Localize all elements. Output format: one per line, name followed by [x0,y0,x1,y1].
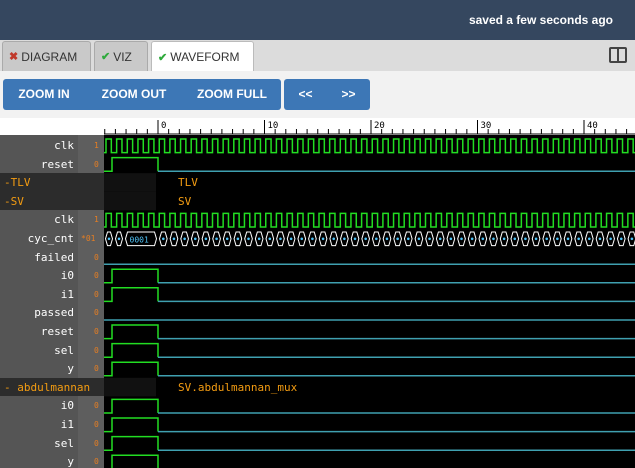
bus-value-dot [353,237,357,241]
tab-label: WAVEFORM [170,50,240,64]
timeline-tick-label: 0 [161,121,166,131]
zoom-in-button[interactable]: ZOOM IN [3,79,85,110]
pulse-waveform [104,342,159,358]
navigate-button-group: << >> [284,79,370,110]
bus-value-dot [619,237,623,241]
tab-diagram[interactable]: ✖ DIAGRAM [2,41,91,71]
bus-value-dot [566,237,570,241]
clock-waveform [104,138,635,154]
maximize-pane-icon[interactable] [609,47,627,63]
bus-value-dot [406,237,410,241]
bus-value-dot [438,237,442,241]
pulse-waveform [104,156,159,172]
timeline-tick-label: 20 [374,121,385,131]
bus-value-dot [343,237,346,241]
scope-label: TLV [178,176,198,189]
bus-value-dot [236,237,240,241]
tab-waveform[interactable]: ✔ WAVEFORM [151,41,254,72]
scope-label: SV.abdulmannan_mux [178,381,298,394]
bus-value-dot [300,237,304,241]
bus-value-dot [502,237,506,241]
bus-value-dot [117,237,121,241]
clock-waveform [104,212,635,228]
bus-value-dot [417,237,421,241]
bus-value-dot [279,237,282,241]
bus-value-dot [449,237,453,241]
pulse-waveform [104,417,159,433]
bus-value-dot [481,237,485,241]
save-status: saved a few seconds ago [468,13,613,27]
bus-value-dot [257,237,261,241]
bus-value-dot [609,237,612,241]
pulse-waveform [111,454,159,468]
check-icon: ✔ [158,51,168,64]
x-icon: ✖ [9,51,19,63]
bus-value-dot [524,237,527,241]
scroll-right-button[interactable]: >> [327,79,370,110]
bus-value-dot [268,237,272,241]
bus-value-dot [556,237,559,241]
bus-value-dot [630,237,634,241]
scope-gap [104,377,156,397]
bus-value-dot [470,237,474,241]
pulse-waveform [104,398,159,414]
waveform-toolbar: ZOOM IN ZOOM OUT ZOOM FULL << >> [0,71,635,118]
waveform-viewer[interactable]: clk reset clk cyc_cnt failed i0 i1 passed reset s… [0,118,635,468]
bus-value-dot [311,237,314,241]
bus-value-dot [215,237,218,241]
bus-value-dot [588,237,591,241]
bus-value-dot [513,237,517,241]
bus-value-dot [598,237,602,241]
timeline-tick-label: 30 [481,121,492,131]
scope-label: SV [178,195,192,208]
bus-value-dot [385,237,389,241]
bus-value-dot [492,237,495,241]
bus-value-dot [534,237,538,241]
pulse-waveform [104,361,159,377]
bus-value-dot [375,237,378,241]
bus-value-label: 0001 [130,235,149,244]
scope-gap [104,173,156,192]
bus-value-dot [396,237,399,241]
bus-value-dot [364,237,367,241]
bus-value-dot [321,237,325,241]
bus-value-dot [545,237,549,241]
bus-value-dot [193,237,197,241]
bus-value-dot [289,237,293,241]
bus-value-dot [172,237,176,241]
bus-value-dot [460,237,463,241]
bus-value-dot [204,237,208,241]
waveform-canvas[interactable]: 0 10 20 30 40 TLV SV 0001 SV.abdulmannan_mux [0,118,635,468]
bus-value-dot [107,237,111,241]
scroll-left-button[interactable]: << [284,79,327,110]
timeline-tick-label: 40 [587,121,598,131]
check-icon: ✔ [101,51,111,63]
top-bar: saved a few seconds ago [0,0,635,40]
tab-label: DIAGRAM [21,49,78,64]
bus-value-dot [577,237,580,241]
scope-gap [104,191,156,211]
bus-value-dot [332,237,336,241]
bus-value-dot [428,237,431,241]
pulse-waveform [104,287,159,303]
bus-value-dot [225,237,229,241]
timeline-tick-label: 10 [268,121,279,131]
zoom-full-button[interactable]: ZOOM FULL [183,79,281,110]
pulse-waveform [104,435,159,451]
pulse-waveform [104,324,159,340]
zoom-button-group: ZOOM IN ZOOM OUT ZOOM FULL [3,79,281,110]
bus-value-dot [247,237,250,241]
pulse-waveform [104,268,159,284]
bus-value-dot [183,237,186,241]
tab-label: VIZ [113,49,132,64]
zoom-out-button[interactable]: ZOOM OUT [85,79,183,110]
tab-viz[interactable]: ✔ VIZ [94,41,148,71]
bus-value-dot [162,237,165,241]
tab-bar: ✖ DIAGRAM ✔ VIZ ✔ WAVEFORM [0,40,635,72]
